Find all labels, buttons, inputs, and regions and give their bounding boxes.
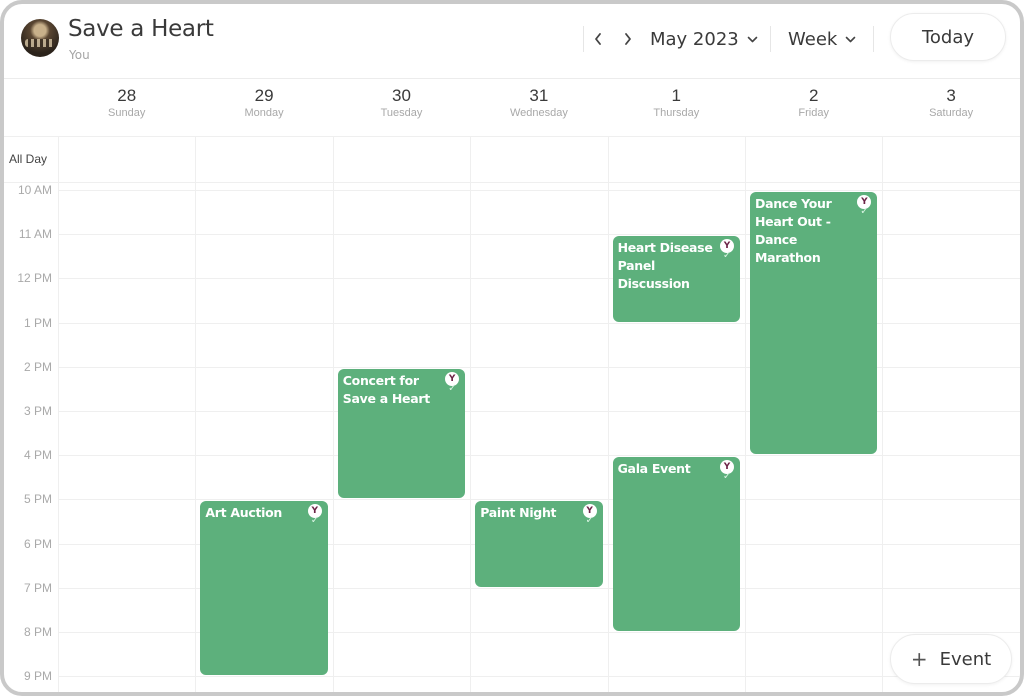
calendar-event[interactable]: Art Auction Y ✓: [200, 501, 328, 676]
chevron-down-icon: [747, 36, 758, 42]
event-title: Heart Disease Panel Discussion: [617, 240, 713, 292]
day-number: 30: [392, 86, 411, 105]
hour-label: 4 PM: [23, 448, 52, 463]
divider: [770, 26, 771, 52]
day-header[interactable]: 28 Sunday: [58, 80, 195, 140]
column-line: [882, 137, 884, 692]
checkmark-icon: ✓: [722, 471, 731, 483]
day-header[interactable]: 2 Friday: [745, 80, 882, 140]
divider: [873, 26, 874, 52]
column-line: [332, 137, 334, 692]
hour-label: 8 PM: [23, 625, 52, 639]
view-label: Week: [788, 28, 838, 50]
hour-line: [58, 455, 1020, 457]
checkmark-icon: ✓: [860, 206, 869, 217]
day-number: 2: [808, 86, 819, 105]
event-title: Gala Event: [617, 461, 691, 477]
calendar-event[interactable]: Gala Event Y ✓: [612, 457, 740, 631]
calendar-window: Save a Heart You May 2023 Week Today 28 S…: [0, 0, 1024, 696]
event-title: Paint Night: [480, 505, 557, 521]
hour-label: 12 PM: [17, 271, 52, 286]
day-number: 28: [117, 86, 137, 105]
today-button[interactable]: Today: [890, 13, 1006, 61]
day-name: Thursday: [653, 107, 700, 119]
column-line: [745, 137, 746, 692]
day-header[interactable]: 31 Wednesday: [470, 80, 607, 140]
hour-label: 6 PM: [23, 536, 52, 551]
hour-label: 5 PM: [23, 492, 52, 507]
grid-line: [4, 136, 1020, 137]
checkmark-icon: ✓: [448, 382, 457, 394]
hour-label: 10 AM: [17, 183, 52, 197]
column-line: [58, 137, 59, 692]
divider: [583, 26, 584, 52]
calendar-event[interactable]: Heart Disease Panel Discussion Y ✓: [612, 236, 740, 322]
calendar-avatar[interactable]: [21, 19, 59, 57]
hour-line: [58, 190, 1020, 191]
day-name: Friday: [798, 107, 829, 119]
day-name: Tuesday: [380, 107, 423, 119]
calendar-header: Save a Heart You May 2023 Week Today: [4, 4, 1020, 79]
checkmark-icon: ✓: [310, 515, 319, 527]
hour-label: 1 PM: [23, 315, 52, 330]
calendar-event[interactable]: Dance Your Heart Out - Dance Marathon Y ✓: [750, 192, 878, 455]
column-line: [470, 137, 472, 692]
day-number: 29: [254, 86, 274, 105]
day-name: Monday: [244, 107, 284, 119]
calendar-event[interactable]: Paint Night Y ✓: [475, 501, 603, 587]
day-header[interactable]: 29 Monday: [195, 80, 332, 140]
event-title: Dance Your Heart Out - Dance Marathon: [755, 196, 832, 265]
grid-line: [4, 182, 1020, 183]
day-header[interactable]: 3 Saturday: [882, 80, 1019, 140]
calendar-event[interactable]: Concert for Save a Heart Y ✓: [337, 368, 466, 499]
hour-line: [58, 676, 1020, 678]
day-number: 31: [529, 86, 549, 105]
all-day-label: All Day: [9, 152, 48, 166]
hour-label: 3 PM: [23, 404, 52, 418]
calendar-title: Save a Heart: [68, 16, 214, 42]
hour-label: 11 AM: [18, 227, 52, 242]
checkmark-icon: ✓: [722, 250, 731, 262]
column-line: [1019, 137, 1020, 692]
next-week-button[interactable]: [617, 24, 639, 54]
day-number: 3: [946, 86, 956, 105]
plus-icon: +: [910, 647, 928, 671]
hour-label: 9 PM: [23, 669, 52, 684]
day-name: Saturday: [929, 107, 974, 119]
hour-label: 7 PM: [23, 580, 52, 595]
column-line: [607, 137, 609, 692]
checkmark-icon: ✓: [585, 515, 594, 527]
day-header[interactable]: 1 Thursday: [608, 80, 745, 140]
chevron-right-icon: [625, 33, 631, 45]
day-header[interactable]: 30 Tuesday: [333, 80, 470, 140]
add-event-label: Event: [939, 648, 992, 670]
hour-line: [58, 499, 1020, 501]
day-name: Wednesday: [509, 107, 568, 119]
add-event-button[interactable]: + Event: [890, 634, 1012, 684]
chevron-down-icon: [846, 36, 856, 42]
chevron-left-icon: [595, 33, 601, 45]
view-selector[interactable]: Week: [788, 24, 856, 54]
previous-week-button[interactable]: [587, 24, 609, 54]
column-line: [195, 137, 197, 692]
event-title: Concert for Save a Heart: [342, 372, 430, 406]
month-label: May 2023: [650, 28, 739, 50]
day-number: 1: [671, 86, 682, 105]
month-selector[interactable]: May 2023: [650, 24, 758, 54]
calendar-owner: You: [69, 48, 90, 62]
event-title: Art Auction: [205, 505, 282, 521]
day-name: Sunday: [108, 107, 146, 119]
hour-label: 2 PM: [23, 359, 52, 374]
